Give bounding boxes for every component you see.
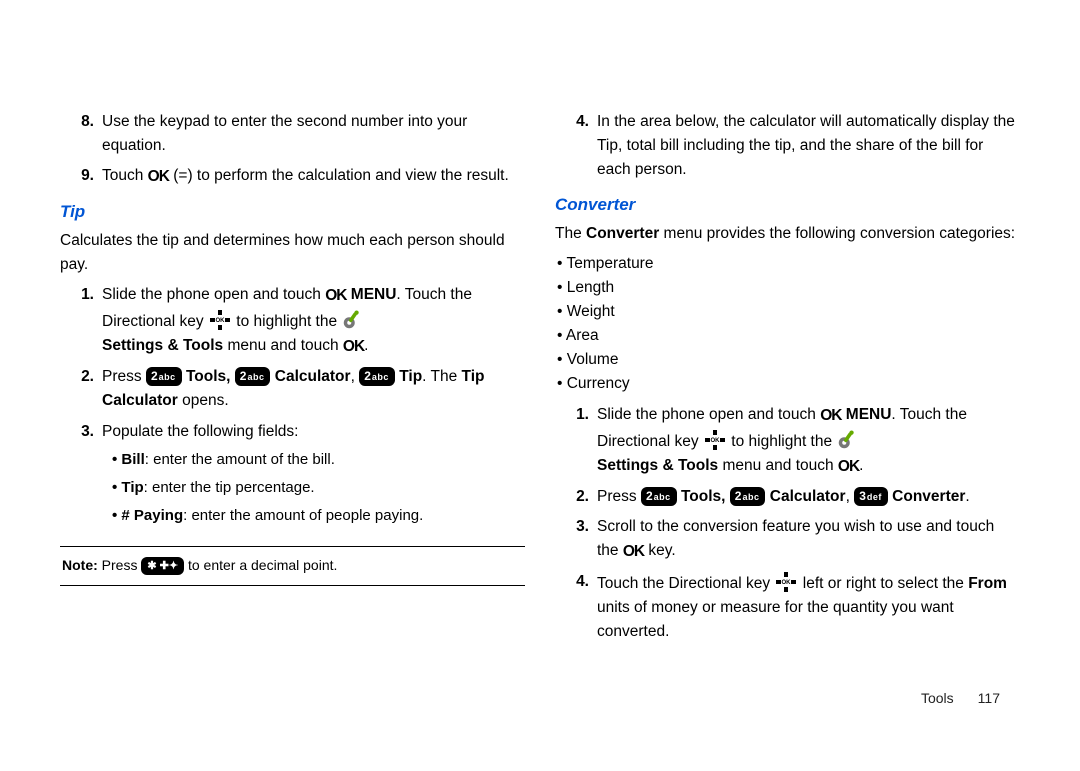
tip-step-1: 1. Slide the phone open and touch OK MEN…: [60, 283, 525, 359]
settings-tools-icon: [341, 309, 363, 331]
calc-steps-continued: 8. Use the keypad to enter the second nu…: [60, 110, 525, 189]
page-footer: Tools 117: [921, 690, 1000, 706]
directional-key-icon: OK: [208, 308, 232, 332]
cat-area: Area: [557, 324, 1020, 348]
key-2abc-icon: 2abc: [641, 487, 677, 506]
right-column: 4. In the area below, the calculator wil…: [555, 110, 1020, 650]
star-key-icon: ✱ ✚✦: [141, 557, 184, 575]
key-2abc-icon: 2abc: [146, 367, 182, 386]
key-2abc-icon: 2abc: [235, 367, 271, 386]
footer-section: Tools: [921, 690, 954, 706]
cat-currency: Currency: [557, 372, 1020, 396]
directional-key-icon: OK: [703, 428, 727, 452]
footer-page-number: 117: [978, 690, 1000, 706]
field-bill: Bill: enter the amount of the bill.: [112, 448, 525, 471]
ok-icon: OK: [820, 404, 841, 428]
directional-key-icon: OK: [774, 570, 798, 594]
ok-icon: OK: [623, 540, 644, 564]
cat-temperature: Temperature: [557, 252, 1020, 276]
tip-step-3: 3. Populate the following fields: Bill: …: [60, 420, 525, 533]
key-2abc-icon: 2abc: [730, 487, 766, 506]
svg-text:OK: OK: [710, 438, 720, 444]
step-9: 9. Touch OK (=) to perform the calculati…: [60, 164, 525, 189]
conv-step-4: 4. Touch the Directional key OK left or …: [555, 570, 1020, 644]
conv-step-3: 3. Scroll to the conversion feature you …: [555, 515, 1020, 564]
ok-icon: OK: [343, 335, 364, 359]
cat-weight: Weight: [557, 300, 1020, 324]
tip-steps: 1. Slide the phone open and touch OK MEN…: [60, 283, 525, 532]
tip-step-2: 2. Press 2abc Tools, 2abc Calculator, 2a…: [60, 365, 525, 413]
note-box: Note: Press ✱ ✚✦ to enter a decimal poin…: [60, 546, 525, 586]
tip-intro: Calculates the tip and determines how mu…: [60, 229, 525, 277]
ok-icon: OK: [838, 455, 859, 479]
converter-steps: 1. Slide the phone open and touch OK MEN…: [555, 403, 1020, 644]
conv-step-2: 2. Press 2abc Tools, 2abc Calculator, 3d…: [555, 485, 1020, 509]
svg-text:OK: OK: [215, 318, 225, 324]
ok-icon: OK: [325, 284, 346, 308]
cat-length: Length: [557, 276, 1020, 300]
conv-step-1: 1. Slide the phone open and touch OK MEN…: [555, 403, 1020, 479]
key-2abc-icon: 2abc: [359, 367, 395, 386]
settings-tools-icon: [836, 429, 858, 451]
tip-heading: Tip: [60, 199, 525, 225]
svg-text:OK: OK: [782, 580, 792, 586]
tip-steps-continued: 4. In the area below, the calculator wil…: [555, 110, 1020, 182]
key-3def-icon: 3def: [854, 487, 888, 506]
field-list: Bill: enter the amount of the bill. Tip:…: [102, 448, 525, 528]
menu-label: MENU: [351, 286, 397, 303]
cat-volume: Volume: [557, 348, 1020, 372]
converter-heading: Converter: [555, 192, 1020, 218]
tip-step-4: 4. In the area below, the calculator wil…: [555, 110, 1020, 182]
menu-label: MENU: [846, 406, 892, 423]
ok-icon: OK: [148, 165, 169, 189]
step-8: 8. Use the keypad to enter the second nu…: [60, 110, 525, 158]
field-paying: # Paying: enter the amount of people pay…: [112, 504, 525, 527]
converter-intro: The Converter menu provides the followin…: [555, 222, 1020, 246]
left-column: 8. Use the keypad to enter the second nu…: [60, 110, 525, 650]
conversion-categories: Temperature Length Weight Area Volume Cu…: [555, 252, 1020, 396]
field-tip: Tip: enter the tip percentage.: [112, 476, 525, 499]
